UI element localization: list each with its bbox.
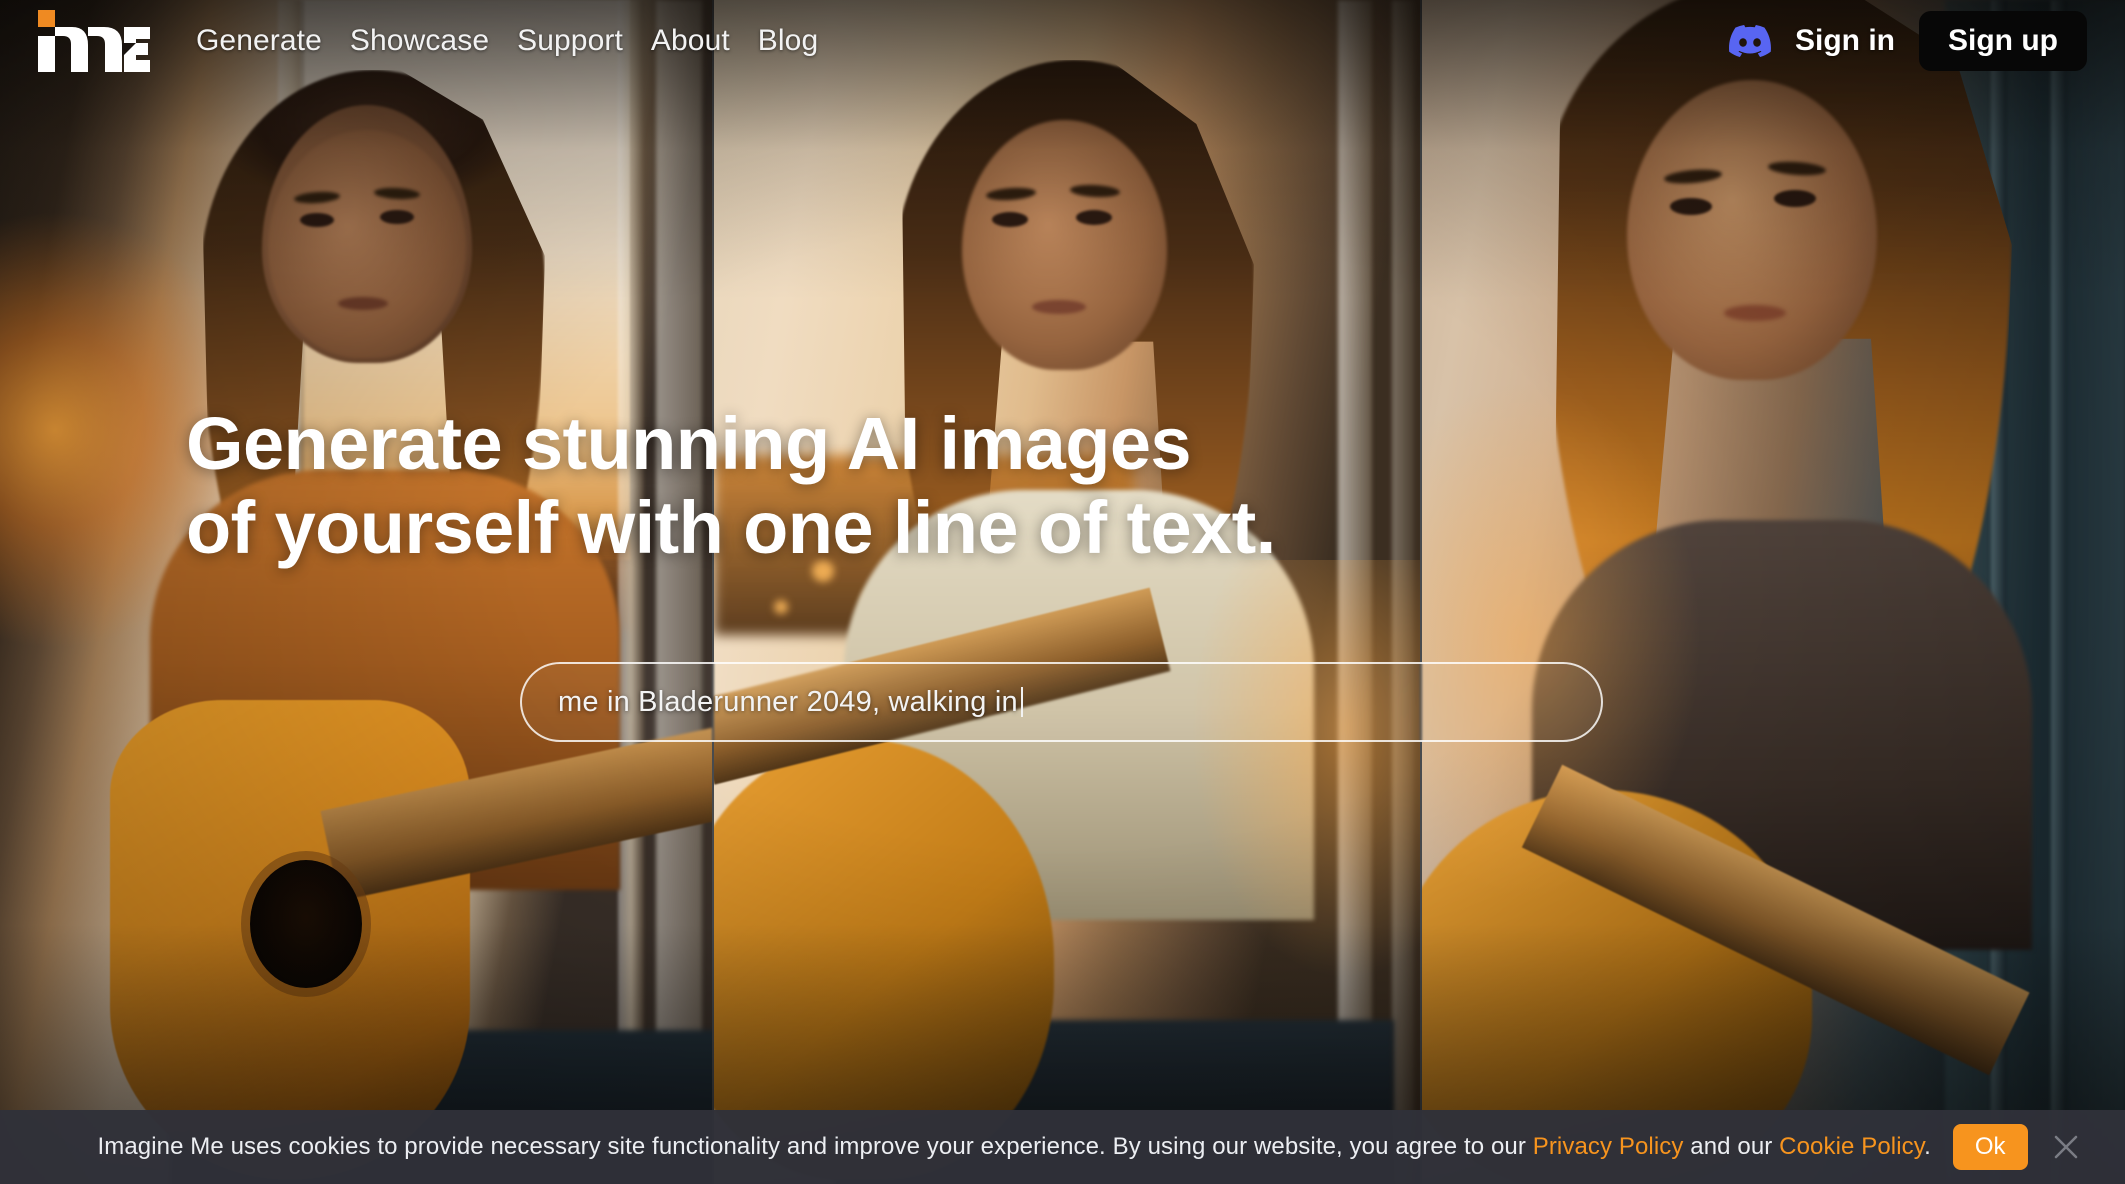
page-title: Generate stunning AI images of yourself … [186,402,1436,571]
page-root: Generate Showcase Support About Blog Sig… [0,0,2125,1184]
brand-logo[interactable] [38,10,150,72]
hero-content: Generate stunning AI images of yourself … [0,0,2125,1184]
nav-links: Generate Showcase Support About Blog [196,24,818,58]
nav-link-generate[interactable]: Generate [196,24,322,58]
headline-line-2: of yourself with one line of text. [186,486,1276,569]
cookie-text-middle: and our [1683,1133,1780,1160]
text-caret [1020,687,1023,718]
nav-link-showcase[interactable]: Showcase [350,24,489,58]
cookie-ok-button[interactable]: Ok [1952,1124,2028,1170]
sign-up-button[interactable]: Sign up [1919,11,2087,71]
main-navbar: Generate Showcase Support About Blog Sig… [0,0,2125,82]
cookie-text-before: Imagine Me uses cookies to provide neces… [97,1133,1533,1160]
prompt-input[interactable]: me in Bladerunner 2049, walking in [520,662,1603,743]
discord-icon[interactable] [1729,20,1771,62]
imagine-me-logo-icon [38,10,150,72]
cookie-text-after: . [1924,1133,1931,1160]
nav-link-blog[interactable]: Blog [758,24,818,58]
prompt-input-value: me in Bladerunner 2049, walking in [558,685,1018,718]
privacy-policy-link[interactable]: Privacy Policy [1533,1133,1684,1160]
close-icon-glyph [2054,1135,2078,1159]
nav-link-support[interactable]: Support [517,24,623,58]
close-icon[interactable] [2051,1132,2081,1162]
sign-in-button[interactable]: Sign in [1795,24,1895,58]
cookie-banner-text: Imagine Me uses cookies to provide neces… [97,1133,1930,1161]
nav-actions: Sign in Sign up [1729,11,2087,71]
cookie-banner: Imagine Me uses cookies to provide neces… [0,1110,2125,1184]
nav-link-about[interactable]: About [651,24,730,58]
cookie-policy-link[interactable]: Cookie Policy [1779,1133,1924,1160]
headline-line-1: Generate stunning AI images [186,401,1192,485]
